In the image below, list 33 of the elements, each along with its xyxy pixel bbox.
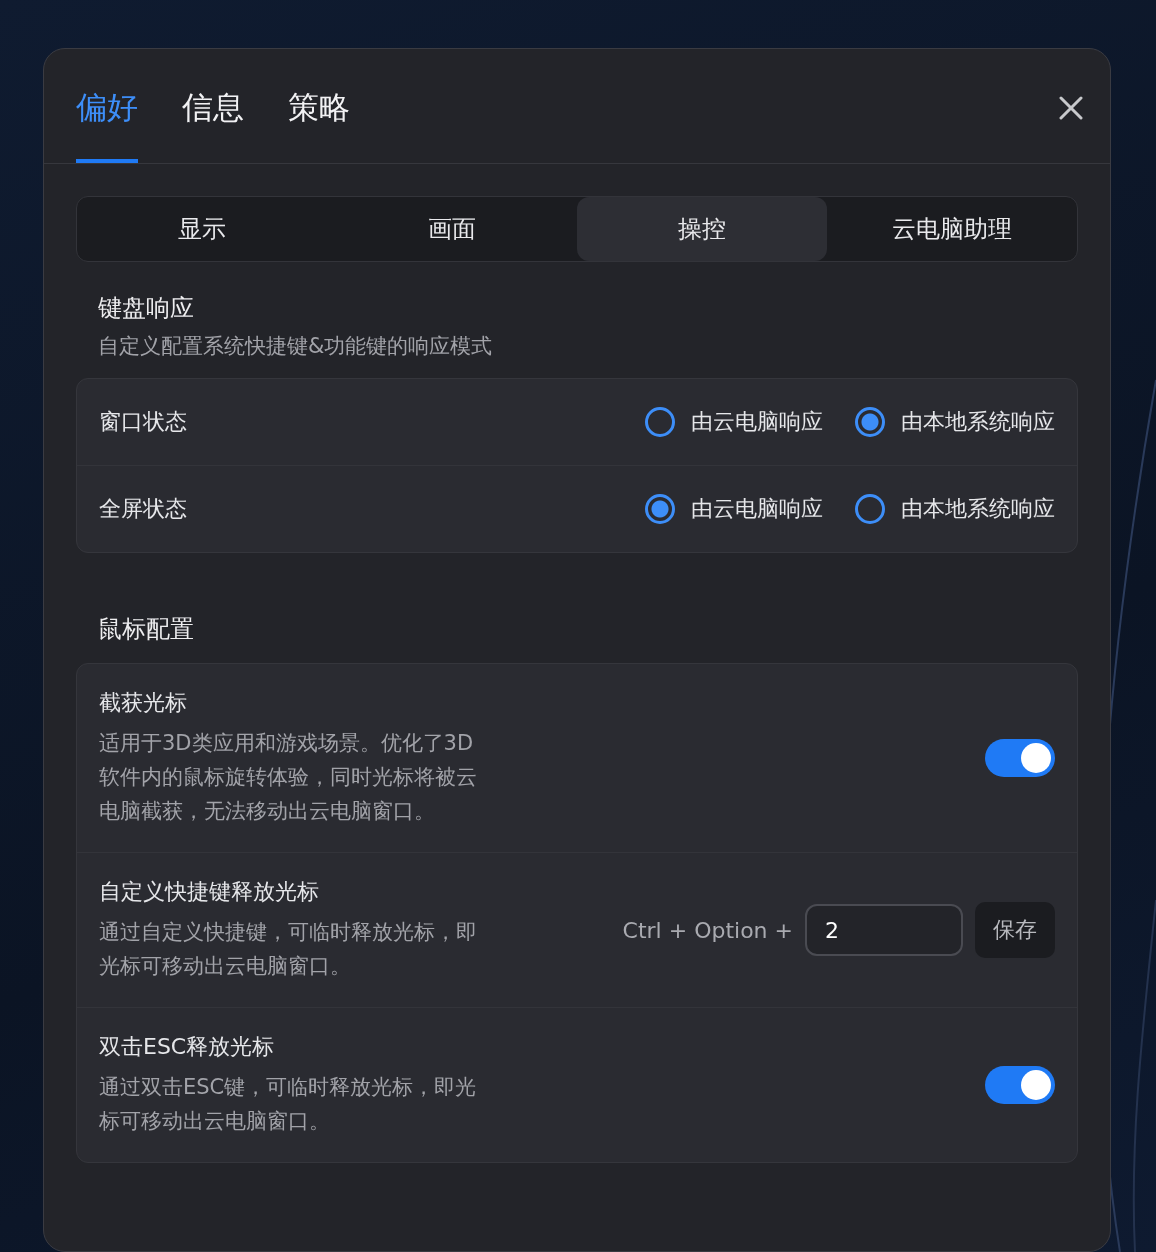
radio-option[interactable]: 由云电脑响应: [645, 407, 823, 437]
close-icon: [1059, 96, 1083, 120]
radio-button[interactable]: [855, 407, 885, 437]
radio-button[interactable]: [855, 494, 885, 524]
close-button[interactable]: [1058, 95, 1084, 121]
segment-tab[interactable]: 画面: [327, 197, 577, 261]
toggle-switch[interactable]: [985, 739, 1055, 777]
radio-button[interactable]: [645, 407, 675, 437]
row-label: 全屏状态: [99, 495, 187, 523]
section-subtitle: 自定义配置系统快捷键&功能键的响应模式: [97, 333, 494, 360]
save-button[interactable]: 保存: [975, 902, 1055, 958]
row-description: 通过自定义快捷键，可临时释放光标，即光标可移动出云电脑窗口。: [99, 919, 478, 980]
row-title: 自定义快捷键释放光标: [99, 878, 320, 906]
section-title: 键盘响应: [97, 293, 195, 324]
row-description: 适用于3D类应用和游戏场景。优化了3D软件内的鼠标旋转体验，同时光标将被云电脑截获，无法移动出云电脑窗口。: [99, 730, 478, 825]
radio-option[interactable]: 由本地系统响应: [855, 494, 1055, 524]
segment-tab[interactable]: 操控: [577, 197, 827, 261]
tab[interactable]: 偏好: [76, 87, 138, 163]
row-title: 截获光标: [99, 689, 188, 717]
key-input-field[interactable]: 2: [805, 904, 963, 956]
row-label: 窗口状态: [99, 408, 187, 436]
row-title: 双击ESC释放光标: [99, 1033, 276, 1061]
section-title: 鼠标配置: [97, 614, 195, 645]
shortcut-label: Ctrl + Option +: [622, 917, 793, 943]
toggle-switch[interactable]: [985, 1066, 1055, 1104]
segment-tab[interactable]: 云电脑助理: [827, 197, 1077, 261]
tab[interactable]: 信息: [182, 87, 244, 163]
segment-tab[interactable]: 显示: [77, 197, 327, 261]
row-description: 通过双击ESC键，可临时释放光标，即光标可移动出云电脑窗口。: [99, 1074, 478, 1135]
radio-option[interactable]: 由本地系统响应: [855, 407, 1055, 437]
radio-option[interactable]: 由云电脑响应: [645, 494, 823, 524]
tab[interactable]: 策略: [288, 87, 350, 163]
radio-button[interactable]: [645, 494, 675, 524]
